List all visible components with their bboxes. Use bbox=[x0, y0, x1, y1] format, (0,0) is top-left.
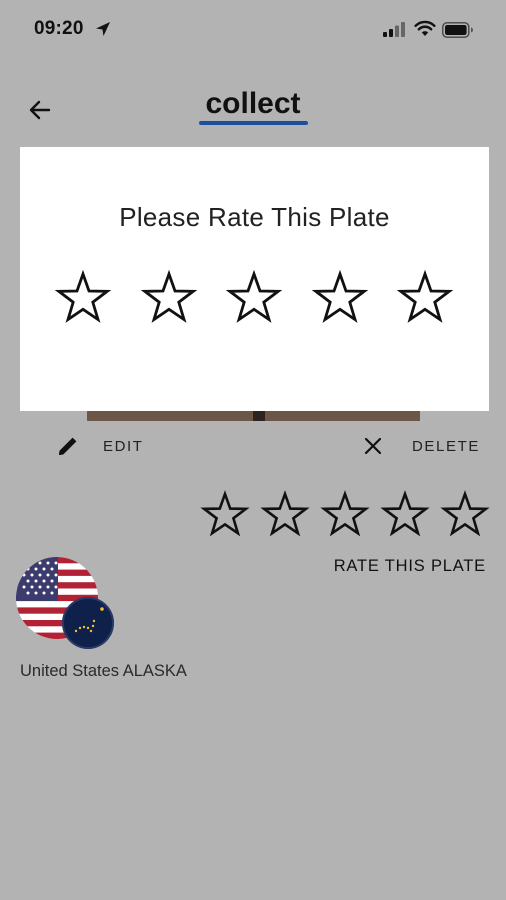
page-title: collect bbox=[205, 87, 301, 120]
wifi-icon bbox=[414, 20, 436, 36]
star-icon[interactable] bbox=[200, 490, 250, 540]
star-icon[interactable] bbox=[396, 269, 454, 327]
delete-label: DELETE bbox=[412, 437, 480, 455]
dialog-title: Please Rate This Plate bbox=[119, 202, 390, 232]
battery-icon bbox=[442, 22, 473, 38]
rating-dialog: Please Rate This Plate bbox=[20, 147, 489, 411]
alaska-flag-icon bbox=[62, 597, 114, 649]
edit-label: EDIT bbox=[103, 437, 144, 455]
star-icon[interactable] bbox=[440, 490, 490, 540]
star-icon[interactable] bbox=[140, 269, 198, 327]
star-icon[interactable] bbox=[54, 269, 112, 327]
dialog-rating-stars bbox=[54, 269, 454, 329]
close-icon bbox=[364, 437, 382, 455]
plate-rating-stars bbox=[200, 490, 490, 544]
star-icon[interactable] bbox=[320, 490, 370, 540]
star-icon[interactable] bbox=[311, 269, 369, 327]
plate-location: United States ALASKA bbox=[20, 662, 187, 680]
star-icon[interactable] bbox=[260, 490, 310, 540]
pencil-icon bbox=[59, 437, 77, 455]
star-icon[interactable] bbox=[225, 269, 283, 327]
status-time: 09:20 bbox=[34, 18, 84, 39]
status-bar: 09:20 bbox=[0, 0, 506, 60]
star-icon[interactable] bbox=[380, 490, 430, 540]
rate-this-plate-button[interactable]: RATE THIS PLATE bbox=[334, 557, 486, 576]
delete-button[interactable]: DELETE bbox=[360, 432, 480, 460]
app-screen: 09:20 collect EDIT DELETE RATE THIS PLAT… bbox=[0, 0, 506, 900]
edit-button[interactable]: EDIT bbox=[55, 432, 144, 460]
signal-icon bbox=[383, 22, 405, 37]
location-arrow-icon bbox=[96, 22, 110, 36]
title-underline bbox=[199, 121, 308, 125]
